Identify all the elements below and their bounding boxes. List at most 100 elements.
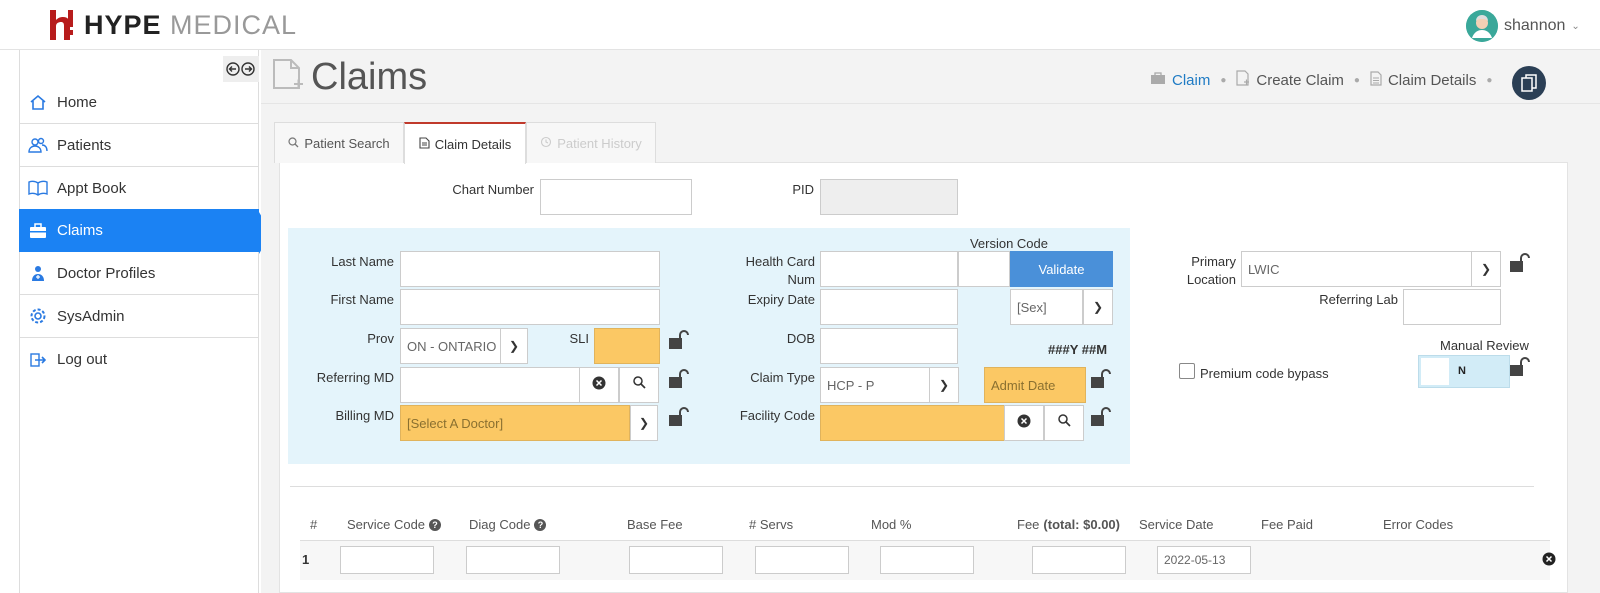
remove-row-icon[interactable] [1542,552,1556,571]
version-code-input[interactable] [958,251,1010,287]
sidebar-item-home[interactable]: Home [19,81,259,124]
user-menu[interactable]: shannon ⌄ [1466,10,1580,42]
clear-icon [592,376,606,395]
column-header-diag-code: Diag Code? [469,517,547,532]
expiry-date-input[interactable] [820,289,958,325]
facility-code-input[interactable] [820,405,1005,441]
sidebar-collapse-button[interactable] [223,56,259,82]
breadcrumb-separator: ● [1486,74,1493,86]
service-date-input[interactable]: 2022-05-13 [1157,546,1251,574]
sidebar-item-sysadmin[interactable]: SysAdmin [19,295,259,338]
chevron-down-icon: ❯ [1480,262,1492,276]
last-name-input[interactable] [400,251,660,287]
column-header-label: Service Code [347,517,426,532]
copy-action-button[interactable] [1512,66,1546,100]
tab-patient-history[interactable]: Patient History [526,122,656,163]
help-icon[interactable]: ? [429,518,442,531]
sex-dropdown-button[interactable]: ❯ [1083,289,1113,325]
prov-label: Prov [367,331,394,346]
premium-code-bypass-checkbox[interactable] [1179,363,1195,379]
page-title: Claims [311,56,428,98]
referring-lab-input[interactable] [1403,289,1501,325]
pid-input [820,179,958,215]
unlock-icon[interactable] [668,329,690,351]
servs-input[interactable] [755,546,849,574]
billing-md-dropdown-button[interactable]: ❯ [630,405,658,441]
unlock-icon[interactable] [1090,406,1112,428]
search-icon [1057,414,1071,432]
referring-md-input[interactable] [400,367,580,403]
sidebar-item-doctor-profiles[interactable]: Doctor Profiles [19,252,259,295]
tab-patient-search[interactable]: Patient Search [274,122,404,163]
first-name-input[interactable] [400,289,660,325]
sidebar-item-claims[interactable]: Claims [19,209,259,252]
search-facility-code-button[interactable] [1044,405,1084,441]
chevron-down-icon: ❯ [638,416,650,430]
pid-label: PID [792,182,814,197]
sex-select[interactable]: [Sex] [1010,289,1083,325]
validate-button[interactable]: Validate [1010,251,1113,287]
sidebar-item-label: Appt Book [57,179,127,197]
chevron-down-icon: ⌄ [1571,20,1580,32]
sli-input[interactable] [594,328,660,364]
brand-logo-icon[interactable] [48,8,74,42]
book-icon [27,179,49,197]
column-header-fee-paid: Fee Paid [1261,517,1314,532]
unlock-icon[interactable] [1090,368,1112,390]
primary-location-dropdown-button[interactable]: ❯ [1471,251,1501,287]
health-card-label: Health Card [745,254,815,269]
service-code-input[interactable] [340,546,434,574]
dob-label: DOB [786,331,815,346]
chart-number-input[interactable] [540,179,692,215]
manual-review-value: N [1458,365,1466,377]
sidebar-item-label: Patients [57,136,112,154]
breadcrumb-separator: ● [1220,74,1227,86]
column-header-num: # [310,517,318,532]
health-card-input[interactable] [820,251,958,287]
tab-claim-details[interactable]: Claim Details [404,122,526,164]
diag-code-input[interactable] [466,546,560,574]
mod-input[interactable] [880,546,974,574]
dob-input[interactable] [820,328,958,364]
primary-location-label: Primary [1191,254,1236,269]
toggle-knob[interactable] [1421,358,1449,385]
unlock-icon[interactable] [1509,252,1531,274]
search-referring-md-button[interactable] [619,367,659,403]
brand-name[interactable]: HYPE MEDICAL [84,10,297,41]
sidebar-item-logout[interactable]: Log out [19,338,259,381]
claim-type-select[interactable]: HCP - P [820,367,930,403]
chevron-down-icon: ❯ [1092,300,1104,314]
collapse-arrows-icon [226,62,255,76]
referring-md-label: Referring MD [316,370,394,385]
clear-referring-md-button[interactable] [579,367,619,403]
column-header-servs: # Servs [749,517,794,532]
breadcrumb-claim[interactable]: Claim [1172,72,1210,89]
copy-icon [1521,74,1537,92]
admit-date-input[interactable]: Admit Date [984,367,1086,403]
clear-facility-code-button[interactable] [1004,405,1044,441]
column-header-error-codes: Error Codes [1383,517,1454,532]
column-header-label: Diag Code [469,517,531,532]
claim-type-dropdown-button[interactable]: ❯ [929,367,959,403]
unlock-icon[interactable] [668,406,690,428]
sidebar-item-appt-book[interactable]: Appt Book [19,167,259,210]
help-icon[interactable]: ? [534,518,547,531]
primary-location-select[interactable]: LWIC [1241,251,1472,287]
column-header-mod: Mod % [871,517,912,532]
sidebar-item-patients[interactable]: Patients [19,124,259,167]
prov-dropdown-button[interactable]: ❯ [500,328,528,364]
billing-md-select[interactable]: [Select A Doctor] [400,405,630,441]
base-fee-input[interactable] [629,546,723,574]
sli-label: SLI [569,331,589,346]
breadcrumb-create-claim[interactable]: Create Claim [1256,72,1344,89]
unlock-icon[interactable] [1509,356,1531,378]
row-number: 1 [302,552,310,567]
prov-select[interactable]: ON - ONTARIO [400,328,501,364]
breadcrumb-claim-details[interactable]: Claim Details [1388,72,1476,89]
fee-input[interactable] [1032,546,1126,574]
unlock-icon[interactable] [668,368,690,390]
history-icon [540,136,552,151]
doctor-icon [27,264,49,282]
billing-md-label: Billing MD [335,408,394,423]
briefcase-icon [1150,71,1166,89]
